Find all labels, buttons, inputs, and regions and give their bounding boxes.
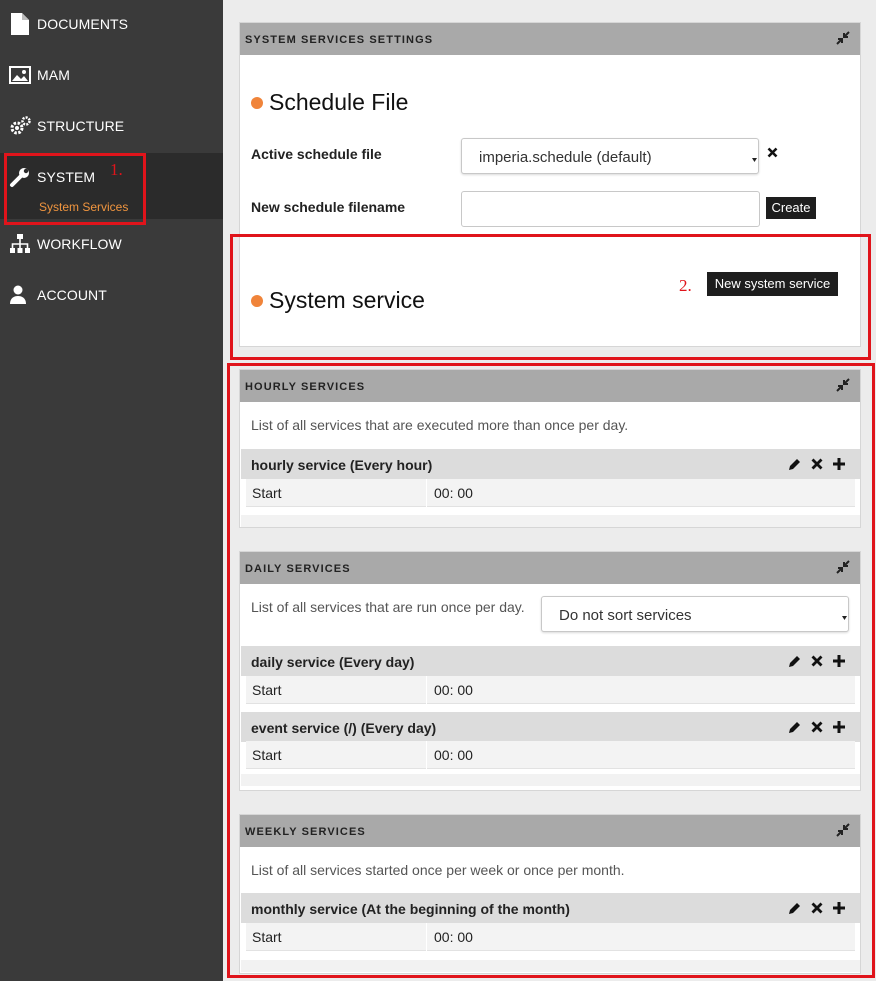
service-field-label: Start xyxy=(252,929,282,945)
delete-icon[interactable] xyxy=(810,654,824,668)
service-field-label: Start xyxy=(252,747,282,763)
panel-title: DAILY SERVICES xyxy=(245,563,351,575)
service-actions xyxy=(788,720,846,734)
sort-services-select[interactable]: Do not sort services xyxy=(541,596,849,632)
gears-icon xyxy=(10,116,31,135)
sidebar-item-label: MAM xyxy=(37,67,70,83)
sidebar-item-documents[interactable]: DOCUMENTS xyxy=(0,0,223,51)
service-name: hourly service (Every hour) xyxy=(251,457,433,473)
active-schedule-label: Active schedule file xyxy=(251,146,382,162)
collapse-icon[interactable] xyxy=(836,560,850,574)
delete-icon[interactable] xyxy=(810,457,824,471)
daily-services-panel: DAILY SERVICES List of all services that… xyxy=(239,551,861,791)
select-arrow-icon xyxy=(842,616,847,620)
sidebar-item-account[interactable]: ACCOUNT xyxy=(0,271,223,322)
add-icon[interactable] xyxy=(832,654,846,668)
panel-title: WEEKLY SERVICES xyxy=(245,826,366,838)
service-field-value: 00: 00 xyxy=(434,485,473,501)
service-name: daily service (Every day) xyxy=(251,654,415,670)
sitemap-icon xyxy=(10,234,30,253)
service-field-value: 00: 00 xyxy=(434,747,473,763)
service-field-value: 00: 00 xyxy=(434,929,473,945)
service-header: hourly service (Every hour) xyxy=(241,449,860,479)
delete-icon[interactable] xyxy=(810,720,824,734)
service-header: daily service (Every day) xyxy=(241,646,860,676)
add-icon[interactable] xyxy=(832,720,846,734)
sidebar-item-mam[interactable]: MAM xyxy=(0,51,223,102)
panel-title: SYSTEM SERVICES SETTINGS xyxy=(245,34,434,46)
edit-icon[interactable] xyxy=(788,654,802,668)
sort-services-value: Do not sort services xyxy=(559,607,692,624)
schedule-file-heading-text: Schedule File xyxy=(269,89,409,115)
panel-title: HOURLY SERVICES xyxy=(245,381,366,393)
add-icon[interactable] xyxy=(832,901,846,915)
document-icon xyxy=(11,13,29,35)
service-actions xyxy=(788,654,846,668)
user-icon xyxy=(10,285,26,304)
orange-dot-icon xyxy=(251,97,263,109)
active-schedule-select[interactable]: imperia.schedule (default) xyxy=(461,138,759,174)
sidebar-item-label: WORKFLOW xyxy=(37,236,122,252)
active-schedule-value: imperia.schedule (default) xyxy=(479,149,652,166)
service-field-label: Start xyxy=(252,485,282,501)
service-header: monthly service (At the beginning of the… xyxy=(241,893,860,923)
daily-description: List of all services that are run once p… xyxy=(251,599,525,615)
image-icon xyxy=(9,66,31,84)
annotation-box-system-service xyxy=(230,234,871,360)
hourly-description: List of all services that are executed m… xyxy=(251,417,629,433)
collapse-icon[interactable] xyxy=(836,378,850,392)
edit-icon[interactable] xyxy=(788,720,802,734)
annotation-number-1: 1. xyxy=(110,160,123,179)
new-schedule-input[interactable] xyxy=(461,191,760,227)
service-actions xyxy=(788,901,846,915)
sidebar-item-structure[interactable]: STRUCTURE xyxy=(0,102,223,153)
service-row: Start 00: 00 xyxy=(246,741,855,769)
new-schedule-label: New schedule filename xyxy=(251,199,406,215)
edit-icon[interactable] xyxy=(788,901,802,915)
service-header: event service (/) (Every day) xyxy=(241,712,860,742)
hourly-services-panel: HOURLY SERVICES List of all services tha… xyxy=(239,369,861,528)
collapse-icon[interactable] xyxy=(836,31,850,45)
service-field-label: Start xyxy=(252,682,282,698)
weekly-description: List of all services started once per we… xyxy=(251,862,625,878)
delete-icon[interactable] xyxy=(810,901,824,915)
edit-icon[interactable] xyxy=(788,457,802,471)
service-row: Start 00: 00 xyxy=(246,923,855,951)
select-arrow-icon xyxy=(752,158,757,162)
sidebar-item-label: DOCUMENTS xyxy=(37,16,129,32)
sidebar-item-label: STRUCTURE xyxy=(37,118,125,134)
service-name: event service (/) (Every day) xyxy=(251,720,437,736)
panel-header: SYSTEM SERVICES SETTINGS xyxy=(240,23,860,55)
create-button[interactable]: Create xyxy=(766,197,816,219)
sidebar-item-workflow[interactable]: WORKFLOW xyxy=(0,220,223,271)
collapse-icon[interactable] xyxy=(836,823,850,837)
service-field-value: 00: 00 xyxy=(434,682,473,698)
service-actions xyxy=(788,457,846,471)
annotation-box-system xyxy=(4,153,146,225)
schedule-file-heading: Schedule File xyxy=(251,89,408,116)
annotation-number-2: 2. xyxy=(679,276,692,295)
panel-header: HOURLY SERVICES xyxy=(240,370,860,402)
panel-header: DAILY SERVICES xyxy=(240,552,860,584)
sidebar-item-label: ACCOUNT xyxy=(37,287,107,303)
add-icon[interactable] xyxy=(832,457,846,471)
panel-header: WEEKLY SERVICES xyxy=(240,815,860,847)
service-row: Start 00: 00 xyxy=(246,676,855,704)
remove-schedule-icon[interactable] xyxy=(767,147,778,158)
sidebar: DOCUMENTS MAM STRUCTURE SYSTEM System Se… xyxy=(0,0,223,981)
service-name: monthly service (At the beginning of the… xyxy=(251,901,570,917)
service-row: Start 00: 00 xyxy=(246,479,855,507)
weekly-services-panel: WEEKLY SERVICES List of all services sta… xyxy=(239,814,861,974)
